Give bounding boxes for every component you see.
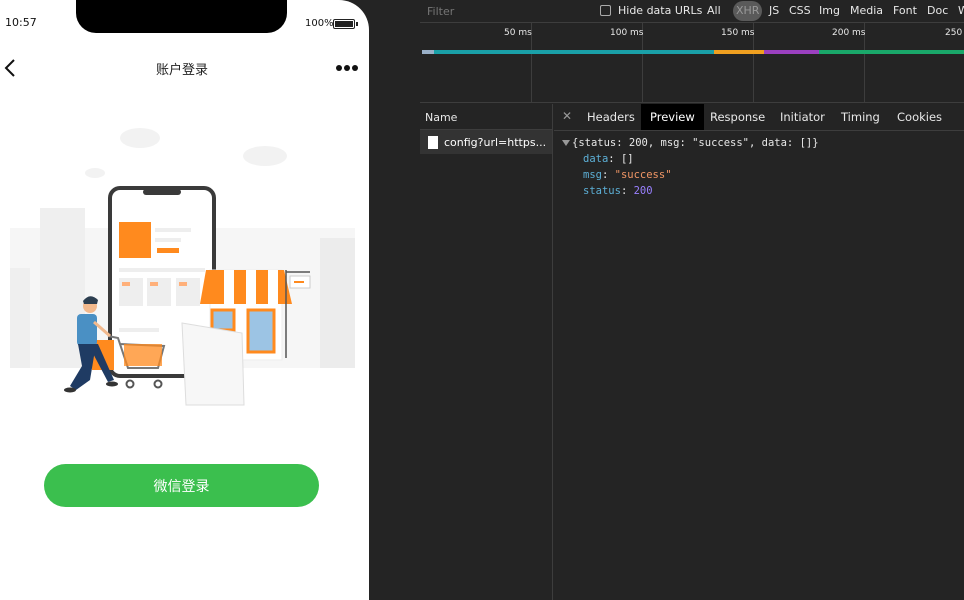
devtools-network-panel: Hide data URLs All XHR JS CSS Img Media … [420, 0, 964, 600]
json-value: 200 [633, 185, 653, 197]
name-column-header[interactable]: Name [420, 104, 552, 130]
json-summary: {status: 200, msg: "success", data: []} [572, 137, 819, 149]
hide-data-urls-checkbox[interactable] [600, 5, 611, 16]
json-preview: {status: 200, msg: "success", data: []} … [554, 135, 819, 199]
request-details: ✕ Headers Preview Response Initiator Tim… [554, 104, 964, 600]
expand-caret-icon[interactable] [562, 139, 570, 146]
battery-icon [333, 19, 358, 29]
window-gap [369, 0, 420, 600]
request-name: config?url=https... [444, 135, 547, 149]
filter-font[interactable]: Font [893, 4, 917, 17]
filter-input[interactable] [420, 2, 585, 20]
filter-bar: Hide data URLs All XHR JS CSS Img Media … [420, 0, 964, 23]
tick-label: 150 ms [721, 28, 755, 38]
tick-label: 250 [945, 28, 963, 38]
json-field-row: msg: "success" [583, 169, 672, 181]
tab-headers[interactable]: Headers [578, 104, 644, 130]
json-field-row: data: [] [583, 153, 634, 165]
filter-all[interactable]: All [707, 4, 721, 17]
tab-preview[interactable]: Preview [641, 104, 704, 130]
request-list: Name config?url=https... [420, 104, 553, 600]
timeline-bar-main [434, 50, 714, 54]
wechat-login-button[interactable]: 微信登录 [44, 464, 319, 507]
json-key: msg [583, 169, 602, 181]
tab-cookies[interactable]: Cookies [888, 104, 951, 130]
tab-initiator[interactable]: Initiator [771, 104, 834, 130]
tick-label: 200 ms [832, 28, 866, 38]
tick-label: 50 ms [504, 28, 532, 38]
battery-percent: 100% [305, 18, 334, 29]
phone-notch [76, 0, 287, 33]
json-key: data [583, 153, 609, 165]
filter-ws[interactable]: W [958, 4, 964, 17]
hide-data-urls-label: Hide data URLs [618, 4, 703, 17]
page-title: 账户登录 [155, 63, 208, 78]
json-value: [] [620, 153, 634, 165]
network-timeline[interactable]: 50 ms 100 ms 150 ms 200 ms 250 [420, 23, 964, 103]
filter-media[interactable]: Media [850, 4, 883, 17]
timeline-bar-green [819, 50, 964, 54]
tab-timing[interactable]: Timing [832, 104, 889, 130]
json-summary-row[interactable]: {status: 200, msg: "success", data: []} [554, 135, 819, 151]
document-icon [428, 135, 438, 149]
timeline-bar-queue [422, 50, 434, 54]
json-key: status [583, 185, 621, 197]
filter-img[interactable]: Img [819, 4, 840, 17]
shopping-illustration [10, 128, 355, 406]
filter-css[interactable]: CSS [789, 4, 811, 17]
filter-xhr[interactable]: XHR [733, 1, 763, 21]
details-tabbar: ✕ Headers Preview Response Initiator Tim… [554, 104, 964, 131]
filter-doc[interactable]: Doc [927, 4, 948, 17]
request-row[interactable]: config?url=https... [420, 130, 552, 154]
tab-response[interactable]: Response [701, 104, 774, 130]
more-menu-icon[interactable] [336, 64, 360, 72]
tick-label: 100 ms [610, 28, 644, 38]
status-time: 10:57 [5, 16, 37, 29]
timeline-bar-purple [764, 50, 819, 54]
json-field-row: status: 200 [583, 185, 653, 197]
close-icon[interactable]: ✕ [562, 109, 572, 123]
json-value: "success" [614, 169, 672, 181]
timeline-bar-orange [714, 50, 764, 54]
phone-screen: 10:57 100% 账户登录 微信登录 [0, 0, 369, 600]
filter-js[interactable]: JS [769, 4, 779, 17]
